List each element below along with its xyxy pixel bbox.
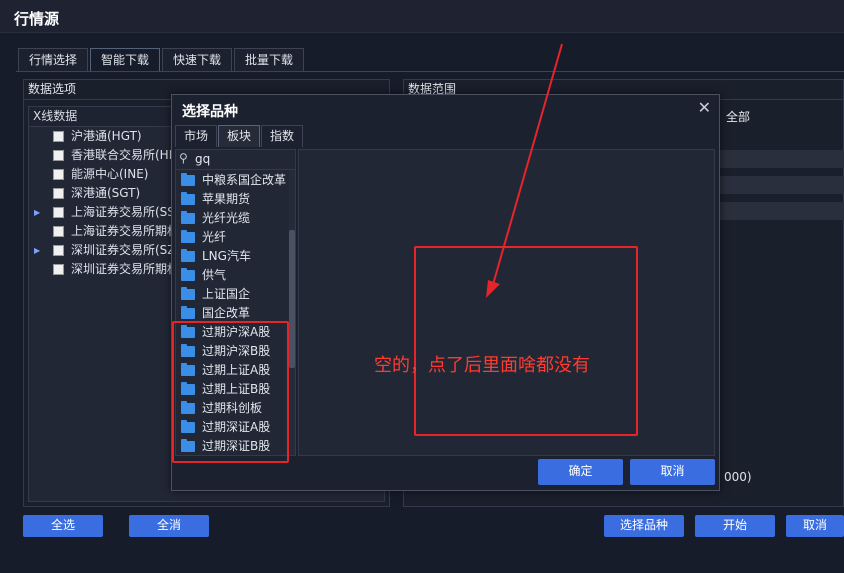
- annotation-arrow: [486, 43, 563, 298]
- app-window: 行情源 行情选择 智能下载 快速下载 批量下载 数据选项 Ⅹ线数据 沪港通(HG…: [0, 0, 844, 573]
- annotation-note: 空的，点了后里面啥都没有: [374, 355, 590, 376]
